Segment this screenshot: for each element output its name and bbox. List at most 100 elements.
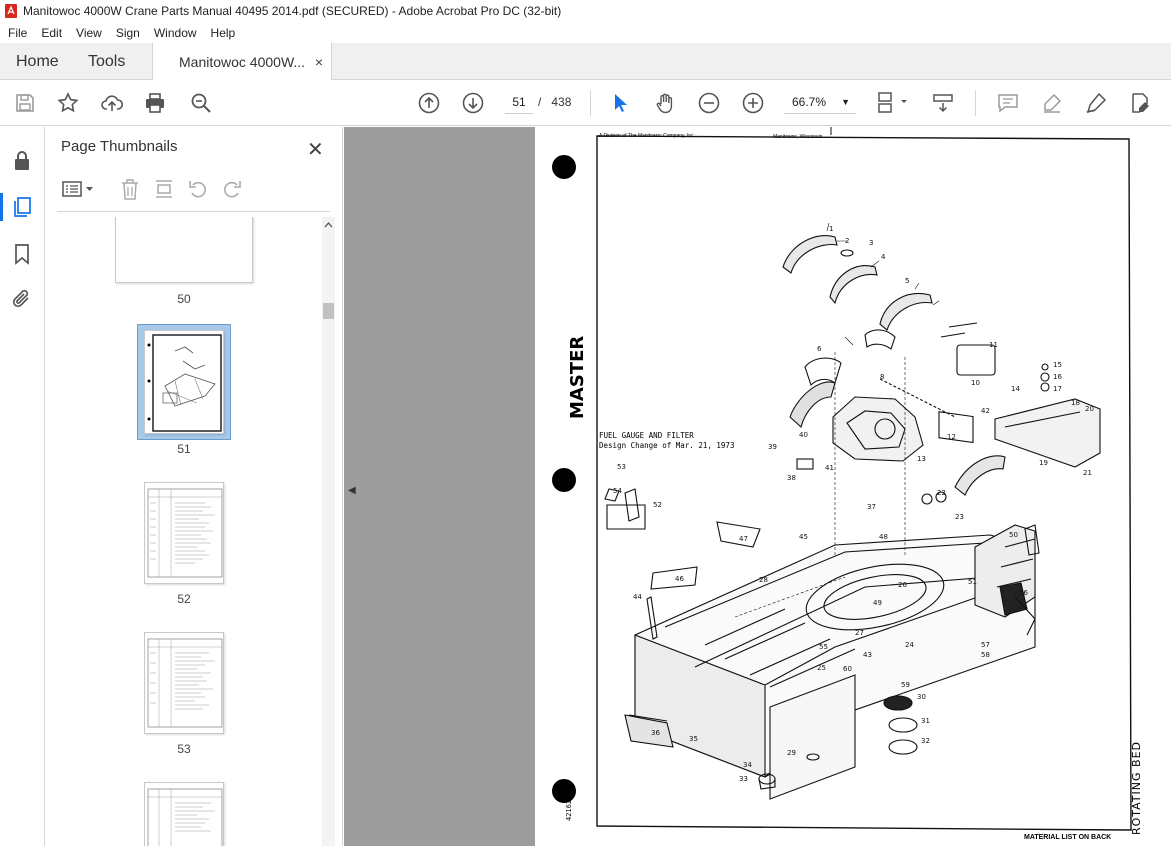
star-icon[interactable] (56, 91, 80, 115)
scroll-mode-icon[interactable] (931, 91, 955, 115)
scrollbar-thumb[interactable] (323, 303, 334, 319)
callout: 6 (817, 345, 822, 353)
callout: 5 (905, 277, 909, 285)
zoom-select[interactable]: 66.7% ▼ (784, 90, 856, 114)
tab-document-label: Manitowoc 4000W... (179, 54, 306, 70)
bookmark-icon[interactable] (10, 242, 34, 266)
callout: 50 (1009, 531, 1018, 539)
menu-help[interactable]: Help (203, 26, 242, 40)
page-layout-icon[interactable] (875, 91, 911, 115)
callout: 2 (845, 237, 849, 245)
sign-pen-icon[interactable] (1084, 91, 1108, 115)
menu-sign[interactable]: Sign (108, 26, 146, 40)
zoom-out-icon[interactable] (697, 91, 721, 115)
menu-edit[interactable]: Edit (33, 26, 68, 40)
zoom-search-icon[interactable] (189, 91, 213, 115)
rotate-right-icon[interactable] (221, 177, 243, 201)
note-line-1: FUEL GAUGE AND FILTER (599, 431, 694, 440)
callout: 3 (869, 239, 873, 247)
callout: 16 (1053, 373, 1062, 381)
page-thumbnails-icon[interactable] (0, 193, 45, 221)
callout: 37 (867, 503, 876, 511)
callout: 40 (799, 431, 808, 439)
callout: 39 (768, 443, 777, 451)
callout: 1 (829, 225, 833, 233)
attachment-icon[interactable] (10, 287, 34, 311)
comment-icon[interactable] (996, 91, 1020, 115)
callout: 52 (653, 501, 662, 509)
menu-view[interactable]: View (68, 26, 108, 40)
callout: 33 (739, 775, 748, 783)
callout: 49 (873, 599, 882, 607)
parts-diagram: A Division of The Manitowoc Company, Inc… (552, 127, 1143, 841)
thumbnail-label: 51 (177, 442, 191, 456)
thumbnail-preview-54 (147, 788, 223, 846)
lock-icon[interactable] (10, 149, 34, 173)
scroll-up-icon[interactable] (324, 221, 333, 229)
highlight-pen-icon[interactable] (1040, 91, 1064, 115)
thumbnail-page-50[interactable] (115, 217, 253, 283)
extract-pages-icon[interactable] (153, 177, 175, 201)
punch-hole (552, 468, 576, 492)
print-icon[interactable] (143, 91, 167, 115)
callout: 28 (759, 576, 768, 584)
punch-hole (552, 155, 576, 179)
previous-page-icon[interactable] (417, 91, 441, 115)
thumbnail-page-52[interactable] (144, 482, 224, 584)
tab-tools[interactable]: Tools (88, 43, 125, 80)
callout: 22 (937, 489, 946, 497)
thumbnail-page-51[interactable] (144, 330, 224, 434)
side-number: 421628-1 (565, 787, 573, 821)
left-rail (0, 127, 45, 846)
select-cursor-icon[interactable] (608, 91, 632, 115)
collapse-panel-icon[interactable]: ◀ (348, 485, 356, 496)
callout: 12 (947, 433, 956, 441)
menu-bar: File Edit View Sign Window Help (0, 22, 1171, 43)
callout: 42 (981, 407, 990, 415)
callout: 13 (917, 455, 926, 463)
next-page-icon[interactable] (461, 91, 485, 115)
document-viewer[interactable]: ◀ A Division of The Manitowoc Company, I… (344, 127, 1171, 846)
zoom-value: 66.7% (792, 94, 827, 109)
tab-home[interactable]: Home (16, 43, 59, 80)
callout: 14 (1011, 385, 1020, 393)
callout: 48 (879, 533, 888, 541)
tab-document[interactable]: Manitowoc 4000W... × (152, 43, 332, 81)
menu-window[interactable]: Window (146, 26, 203, 40)
upload-icon[interactable] (100, 91, 124, 115)
callout: 35 (689, 735, 698, 743)
hand-tool-icon[interactable] (653, 91, 677, 115)
thumbnail-preview-52 (147, 488, 223, 578)
callout: 60 (843, 665, 852, 673)
callout: 29 (787, 749, 796, 757)
rotate-left-icon[interactable] (187, 177, 209, 201)
callout: 23 (955, 513, 964, 521)
panel-title: Page Thumbnails (61, 138, 178, 155)
thumbnail-page-54[interactable] (144, 782, 224, 846)
toolbar-divider (975, 90, 976, 116)
thumbnail-scrollbar[interactable] (322, 217, 335, 846)
page-count: / 438 (538, 90, 571, 114)
delete-icon[interactable] (119, 177, 141, 201)
edit-pdf-icon[interactable] (1128, 91, 1152, 115)
callout: 25 (817, 664, 826, 672)
callout: 26 (898, 581, 907, 589)
callout: 57 (981, 641, 990, 649)
thumbnail-options-icon[interactable] (61, 177, 95, 201)
callout: 36 (651, 729, 660, 737)
menu-file[interactable]: File (0, 26, 33, 40)
page-separator: / (538, 95, 542, 109)
zoom-in-icon[interactable] (741, 91, 765, 115)
window-title: Manitowoc 4000W Crane Parts Manual 40495… (23, 4, 562, 18)
callout: 31 (921, 717, 930, 725)
save-icon[interactable] (13, 91, 37, 115)
close-panel-icon[interactable]: ✕ (307, 137, 324, 162)
callout: 17 (1053, 385, 1062, 393)
close-tab-icon[interactable]: × (315, 54, 323, 70)
total-pages: 438 (551, 95, 572, 109)
callout: 8 (880, 373, 884, 381)
panel-toolbar (57, 177, 331, 203)
thumbnail-page-53[interactable] (144, 632, 224, 734)
callout: 11 (989, 341, 998, 349)
page-number-input[interactable]: 51 (505, 90, 533, 114)
